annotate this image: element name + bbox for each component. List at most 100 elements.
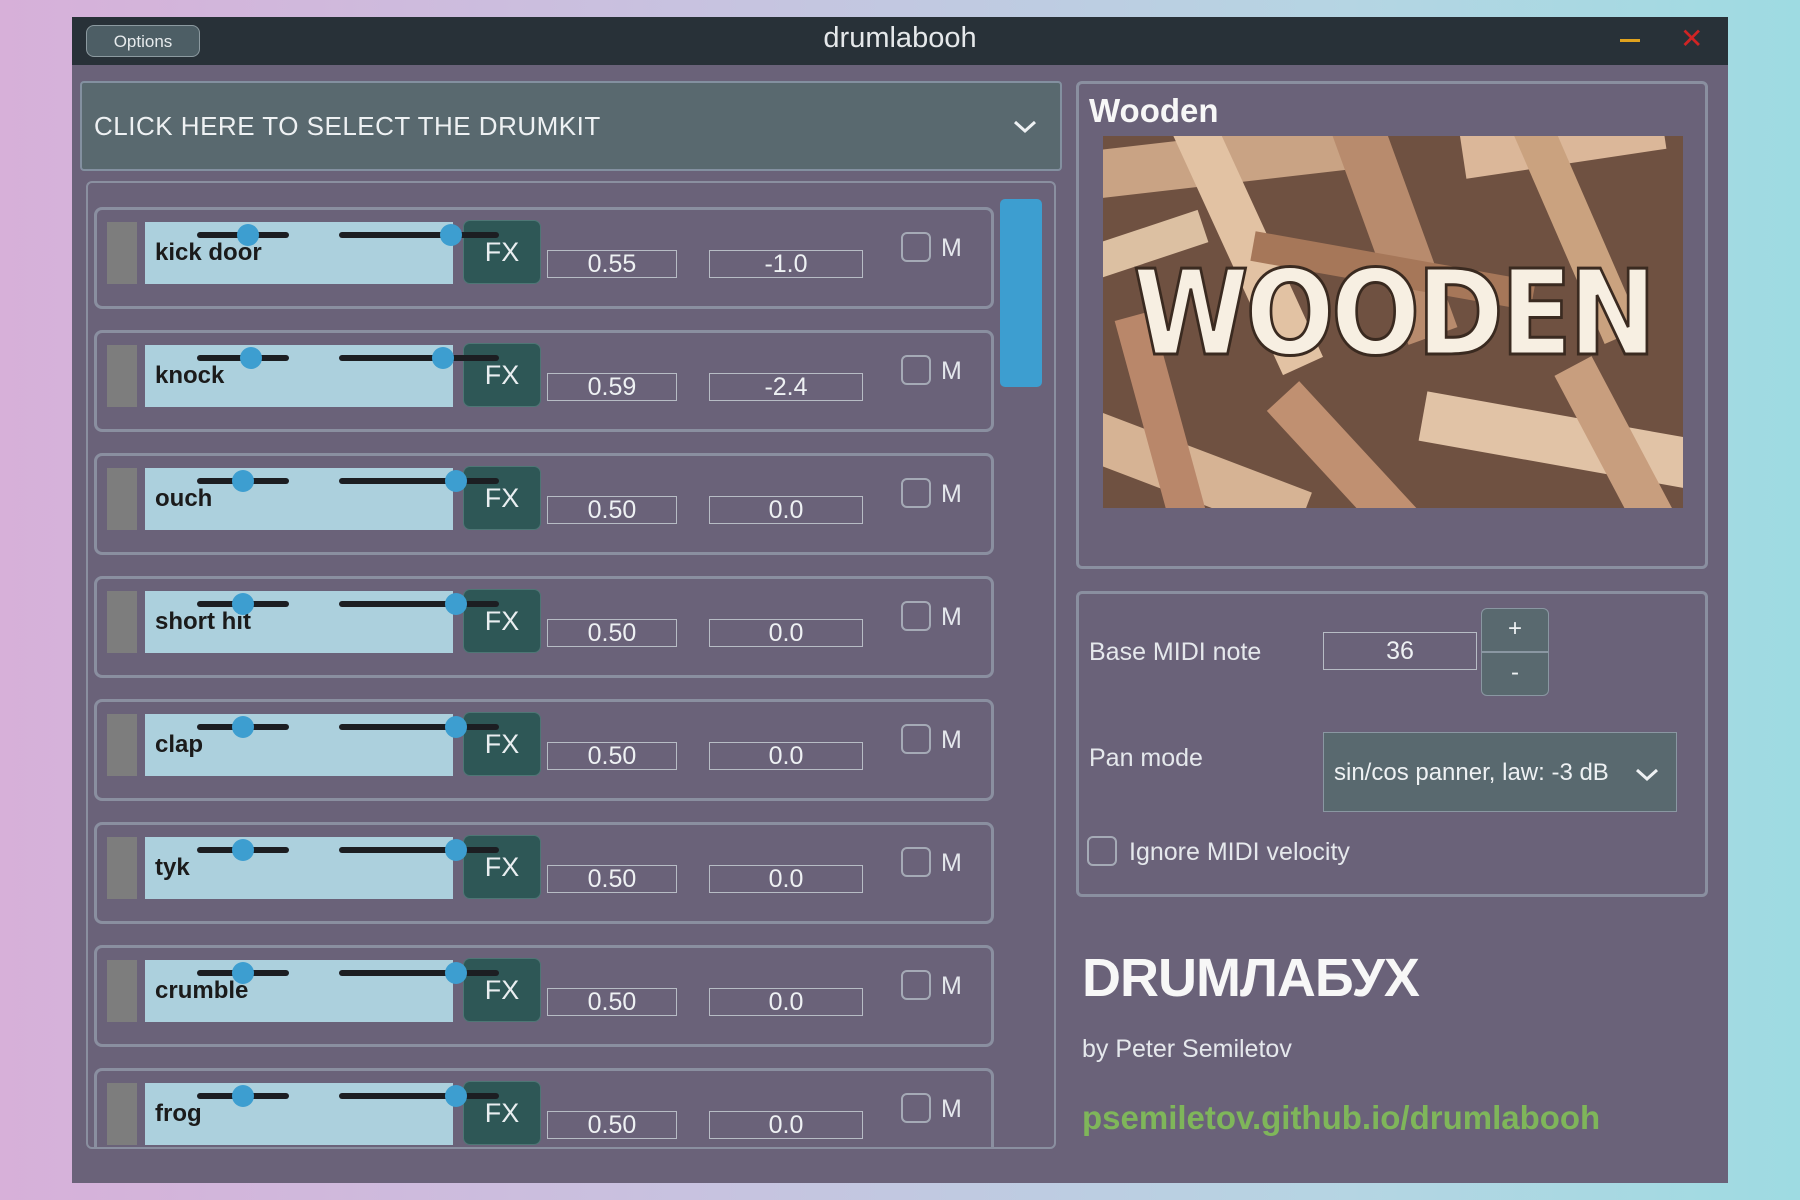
chevron-down-icon	[1635, 768, 1659, 782]
pan-slider-handle[interactable]	[444, 839, 467, 861]
instrument-color-swatch[interactable]	[107, 591, 137, 653]
project-link[interactable]: psemiletov.github.io/drumlabooh	[1082, 1099, 1600, 1137]
instrument-row: kick door FX 0.55 -1.0 M	[94, 207, 994, 309]
plugin-window: Options drumlabooh ✕ CLICK HERE TO SELEC…	[72, 17, 1728, 1183]
mute-checkbox[interactable]	[901, 601, 931, 631]
pan-value[interactable]: 0.0	[709, 496, 863, 524]
minimize-icon[interactable]	[1620, 39, 1640, 42]
pan-value[interactable]: 0.0	[709, 1111, 863, 1139]
window-title: drumlabooh	[823, 22, 977, 54]
instrument-list[interactable]: kick door FX 0.55 -1.0 Mknock FX 0.59 -2.4 Mouch…	[86, 181, 1056, 1149]
gain-slider-handle[interactable]	[232, 470, 254, 492]
gain-value[interactable]: 0.50	[547, 865, 677, 893]
drumkit-selector-label: CLICK HERE TO SELECT THE DRUMKIT	[94, 111, 601, 141]
base-midi-input[interactable]: 36	[1323, 632, 1477, 670]
mute-checkbox[interactable]	[901, 1093, 931, 1123]
mute-label: M	[941, 726, 962, 754]
fx-button[interactable]: FX	[463, 712, 541, 776]
pan-value[interactable]: 0.0	[709, 988, 863, 1016]
mute-label: M	[941, 480, 962, 508]
gain-slider-handle[interactable]	[232, 716, 254, 738]
instrument-row: crumble FX 0.50 0.0 M	[94, 945, 994, 1047]
gain-value[interactable]: 0.55	[547, 250, 677, 278]
pan-value[interactable]: 0.0	[709, 742, 863, 770]
mute-label: M	[941, 603, 962, 631]
pan-slider-handle[interactable]	[432, 347, 454, 369]
ignore-velocity-label: Ignore MIDI velocity	[1129, 838, 1350, 866]
mute-checkbox[interactable]	[901, 724, 931, 754]
pan-slider-handle[interactable]	[444, 470, 467, 492]
gain-slider-handle[interactable]	[232, 593, 254, 615]
instrument-color-swatch[interactable]	[107, 1083, 137, 1145]
pan-slider-track[interactable]	[339, 601, 499, 607]
list-scrollbar[interactable]	[1000, 199, 1042, 387]
gain-value[interactable]: 0.59	[547, 373, 677, 401]
fx-button[interactable]: FX	[463, 343, 541, 407]
title-bar: Options drumlabooh ✕	[72, 17, 1728, 65]
pan-value[interactable]: 0.0	[709, 865, 863, 893]
gain-value[interactable]: 0.50	[547, 742, 677, 770]
gain-value[interactable]: 0.50	[547, 1111, 677, 1139]
fx-button[interactable]: FX	[463, 835, 541, 899]
gain-slider-handle[interactable]	[236, 224, 259, 246]
pan-slider-track[interactable]	[339, 478, 499, 484]
gain-slider-handle[interactable]	[232, 962, 254, 984]
gain-value[interactable]: 0.50	[547, 988, 677, 1016]
pan-slider-track[interactable]	[339, 724, 499, 730]
fx-button[interactable]: FX	[463, 220, 541, 284]
author-credit: by Peter Semiletov	[1082, 1035, 1292, 1063]
base-midi-label: Base MIDI note	[1089, 638, 1262, 666]
pan-slider-track[interactable]	[339, 847, 499, 853]
instrument-color-swatch[interactable]	[107, 222, 137, 284]
pan-slider-handle[interactable]	[440, 224, 462, 246]
instrument-color-swatch[interactable]	[107, 714, 137, 776]
decrement-button[interactable]: -	[1481, 652, 1549, 696]
pan-slider-handle[interactable]	[444, 593, 467, 615]
mute-label: M	[941, 1095, 962, 1123]
pan-slider-track[interactable]	[339, 1093, 499, 1099]
ignore-velocity-checkbox[interactable]	[1087, 836, 1117, 866]
fx-button[interactable]: FX	[463, 1081, 541, 1145]
pan-slider-handle[interactable]	[444, 716, 467, 738]
instrument-color-swatch[interactable]	[107, 960, 137, 1022]
pan-value[interactable]: -1.0	[709, 250, 863, 278]
settings-panel: Base MIDI note 36 + - Pan mode sin/cos p…	[1076, 591, 1708, 897]
instrument-color-swatch[interactable]	[107, 837, 137, 899]
instrument-color-swatch[interactable]	[107, 468, 137, 530]
mute-checkbox[interactable]	[901, 478, 931, 508]
gain-slider-handle[interactable]	[232, 1085, 254, 1107]
mute-label: M	[941, 357, 962, 385]
instrument-row: clap FX 0.50 0.0 M	[94, 699, 994, 801]
chevron-down-icon	[1013, 120, 1037, 134]
gain-slider-handle[interactable]	[232, 839, 254, 861]
mute-label: M	[941, 849, 962, 877]
pan-slider-track[interactable]	[339, 970, 499, 976]
pan-slider-track[interactable]	[339, 355, 499, 361]
mute-checkbox[interactable]	[901, 847, 931, 877]
mute-label: M	[941, 972, 962, 1000]
fx-button[interactable]: FX	[463, 466, 541, 530]
instrument-row: frog FX 0.50 0.0 M	[94, 1068, 994, 1147]
gain-value[interactable]: 0.50	[547, 496, 677, 524]
drumkit-selector[interactable]: CLICK HERE TO SELECT THE DRUMKIT	[80, 81, 1062, 171]
instrument-row: tyk FX 0.50 0.0 M	[94, 822, 994, 924]
fx-button[interactable]: FX	[463, 958, 541, 1022]
pan-slider-track[interactable]	[339, 232, 499, 238]
increment-button[interactable]: +	[1481, 608, 1549, 652]
fx-button[interactable]: FX	[463, 589, 541, 653]
instrument-color-swatch[interactable]	[107, 345, 137, 407]
pan-mode-value: sin/cos panner, law: -3 dB	[1334, 759, 1609, 786]
pan-mode-select[interactable]: sin/cos panner, law: -3 dB	[1323, 732, 1677, 812]
instrument-row: ouch FX 0.50 0.0 M	[94, 453, 994, 555]
mute-checkbox[interactable]	[901, 970, 931, 1000]
pan-slider-handle[interactable]	[444, 962, 467, 984]
mute-checkbox[interactable]	[901, 355, 931, 385]
kit-image-text: WOODEN	[1133, 244, 1653, 382]
pan-value[interactable]: 0.0	[709, 619, 863, 647]
mute-checkbox[interactable]	[901, 232, 931, 262]
close-icon[interactable]: ✕	[1680, 23, 1703, 55]
gain-value[interactable]: 0.50	[547, 619, 677, 647]
pan-value[interactable]: -2.4	[709, 373, 863, 401]
pan-slider-handle[interactable]	[444, 1085, 467, 1107]
brand-title: DRUMЛАБУХ	[1082, 948, 1420, 1008]
